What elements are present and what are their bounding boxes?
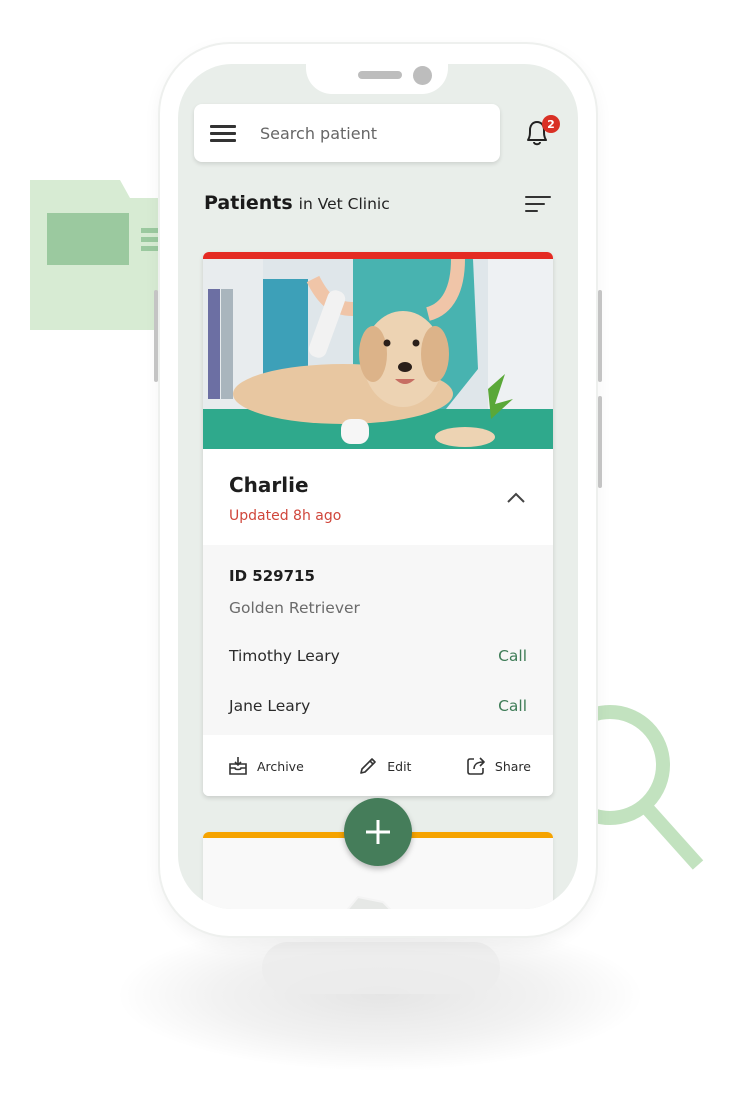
share-button[interactable]: Share: [465, 755, 531, 777]
patient-id: ID 529715: [229, 567, 315, 585]
phone-side-button: [154, 290, 158, 382]
page-title-main: Patients: [204, 192, 293, 214]
search-bar: [194, 104, 500, 162]
hamburger-menu-icon[interactable]: [210, 124, 236, 142]
image-placeholder-icon: [346, 895, 392, 909]
plus-icon: [366, 820, 390, 844]
phone-volume-down-button: [598, 396, 602, 488]
patient-card: Charlie Updated 8h ago ID 529715 Golden …: [203, 252, 553, 796]
phone-frame: 2 Patients in Vet Clinic: [154, 44, 602, 936]
phone-speaker: [358, 71, 402, 79]
add-patient-button[interactable]: [344, 798, 412, 866]
card-actions: Archive Edit Share: [203, 735, 553, 796]
owner-row: Timothy Leary Call: [229, 647, 527, 665]
app-screen: 2 Patients in Vet Clinic: [178, 64, 578, 909]
notification-badge: 2: [542, 115, 560, 133]
phone-volume-up-button: [598, 290, 602, 382]
phone-stand: [262, 942, 500, 994]
card-status-strip: [203, 252, 553, 259]
patient-card-header[interactable]: Charlie Updated 8h ago: [203, 453, 553, 545]
chevron-up-icon[interactable]: [505, 491, 527, 505]
patient-name: Charlie: [229, 473, 309, 497]
sort-icon[interactable]: [525, 196, 551, 214]
phone-camera: [413, 66, 432, 85]
edit-button[interactable]: Edit: [357, 755, 411, 777]
patient-details: ID 529715 Golden Retriever Timothy Leary…: [203, 545, 553, 735]
archive-icon: [229, 757, 247, 775]
patient-updated-time: Updated 8h ago: [229, 508, 342, 524]
page-title-context: in Vet Clinic: [298, 195, 390, 213]
archive-button[interactable]: Archive: [227, 755, 304, 777]
patient-photo: [203, 258, 553, 449]
search-input[interactable]: [258, 122, 482, 144]
share-label: Share: [494, 758, 531, 774]
pencil-icon: [360, 758, 377, 774]
magnifier-decoration-icon: [590, 705, 704, 870]
folder-decoration-icon: [30, 180, 170, 330]
patient-breed: Golden Retriever: [229, 599, 360, 617]
owner-row: Jane Leary Call: [229, 697, 527, 715]
archive-label: Archive: [257, 758, 304, 774]
call-owner-button[interactable]: Call: [498, 647, 527, 665]
call-owner-button[interactable]: Call: [498, 697, 527, 715]
owner-name: Jane Leary: [229, 697, 311, 715]
owner-name: Timothy Leary: [229, 647, 340, 665]
share-icon: [467, 757, 485, 775]
edit-label: Edit: [387, 758, 412, 774]
page-title: Patients in Vet Clinic: [204, 192, 390, 214]
